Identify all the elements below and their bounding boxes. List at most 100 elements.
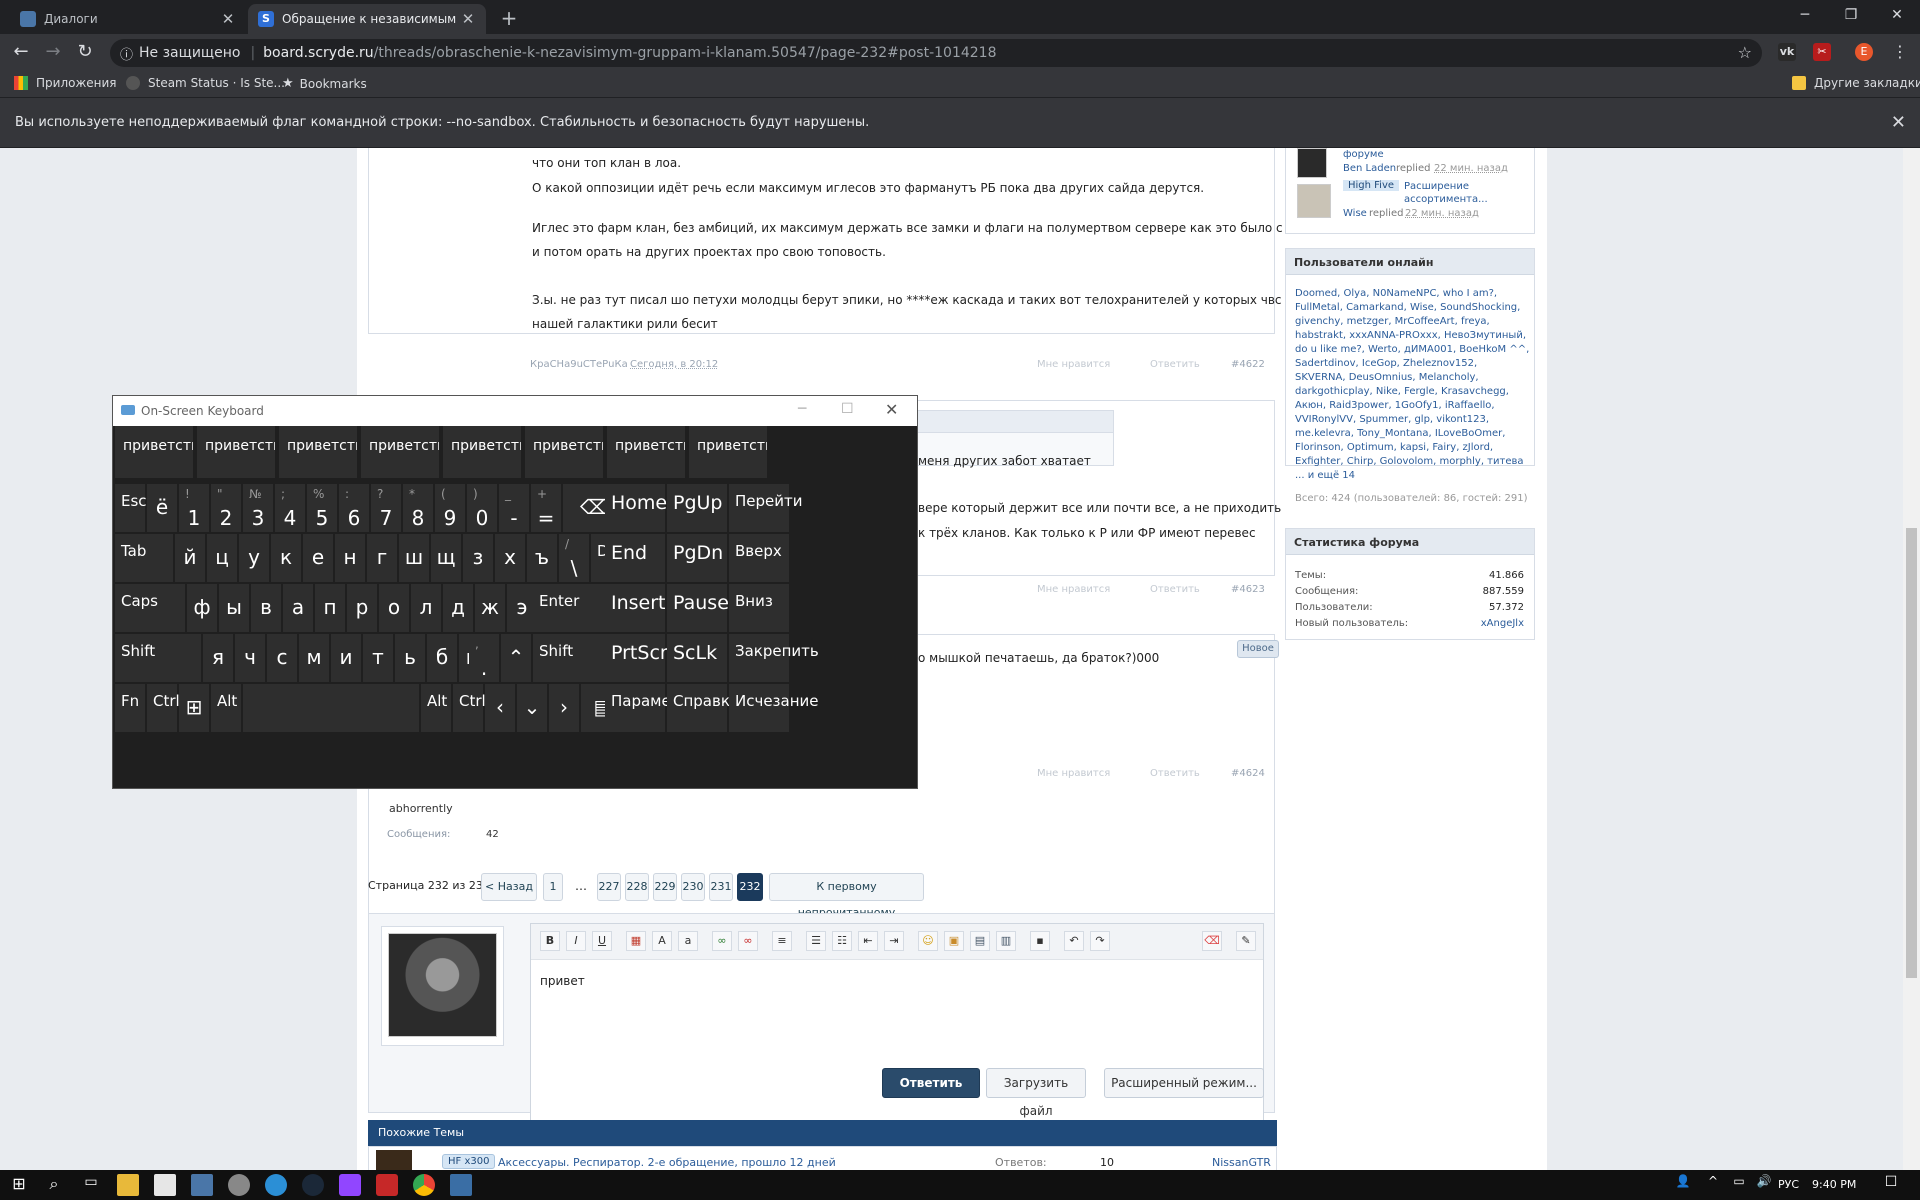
smiley-icon[interactable]: ☺ [918, 931, 938, 951]
key-nav-10[interactable]: ScLk [667, 634, 727, 682]
underline-button[interactable]: U [592, 931, 612, 951]
key-х[interactable]: х [495, 534, 525, 582]
editor-text[interactable]: привет [540, 974, 585, 988]
key-nav-9[interactable]: PrtScn [605, 634, 672, 682]
key-nav-4[interactable]: PgDn [667, 534, 727, 582]
chrome-icon[interactable] [413, 1174, 435, 1196]
color-button[interactable]: ▦ [626, 931, 646, 951]
key-space[interactable] [243, 684, 419, 732]
key-nav-11[interactable]: Закрепить [729, 634, 819, 682]
key-т[interactable]: т [363, 634, 393, 682]
close-window-button[interactable]: ✕ [1874, 0, 1920, 30]
thread-prefix[interactable]: High Five [1343, 180, 1400, 191]
key-10[interactable]: (9 [435, 484, 465, 532]
image-icon[interactable]: ▣ [944, 931, 964, 951]
key-arrow-right[interactable]: › [549, 684, 579, 732]
key-к[interactable]: к [271, 534, 301, 582]
key-р[interactable]: р [347, 584, 377, 632]
key-nav-3[interactable]: End [605, 534, 665, 582]
osk-taskbar-icon[interactable] [450, 1174, 472, 1196]
online-users-line[interactable]: Акюн, Raid3power, 1GoOfy1, iRaffaello, [1295, 400, 1495, 411]
close-icon[interactable]: ✕ [220, 10, 236, 28]
post-number[interactable]: #4624 [1231, 768, 1265, 779]
key-2[interactable]: ! 1 [179, 484, 209, 532]
key-11[interactable]: ) 0 [467, 484, 497, 532]
online-users-line[interactable]: do u like me?, Werto, дИМА001, BoeHkoM ^… [1295, 344, 1529, 355]
key-tab[interactable]: Tab [115, 534, 173, 582]
page-230-button[interactable]: 230 [681, 873, 705, 901]
word-suggestion[interactable]: приветстви... [443, 426, 521, 478]
recent-title[interactable]: Расширение ассортимента... [1404, 180, 1524, 206]
minimize-button[interactable]: ─ [798, 401, 806, 417]
new-tab-button[interactable]: + [496, 6, 522, 30]
reload-button[interactable]: ↻ [73, 40, 97, 64]
vk-app-icon[interactable] [191, 1174, 213, 1196]
key-alt-right[interactable]: Alt [421, 684, 451, 732]
prev-page-button[interactable]: < Назад [481, 873, 537, 901]
key-п[interactable]: п [315, 584, 345, 632]
bullet-list-icon[interactable]: ☰ [806, 931, 826, 951]
key-nav-6[interactable]: Insert [605, 584, 666, 632]
bookmark-folder[interactable]: ★ Bookmarks [282, 76, 367, 91]
upload-file-button[interactable]: Загрузить файл [986, 1068, 1086, 1118]
online-users-line[interactable]: habstrakt, xxxANNA-PROxxx, НевоЗмутиный, [1295, 330, 1526, 341]
key-я[interactable]: я [203, 634, 233, 682]
key-ъ[interactable]: ъ [527, 534, 557, 582]
network-icon[interactable]: ▭ [1728, 1174, 1750, 1196]
key-и[interactable]: и [331, 634, 361, 682]
key-nav-13[interactable]: Справка [667, 684, 739, 732]
key-ctrl[interactable]: Ctrl [147, 684, 180, 732]
page-232-button[interactable]: 232 [737, 873, 763, 901]
key-3[interactable]: " 2 [211, 484, 241, 532]
key-9[interactable]: * 8 [403, 484, 433, 532]
restore-button[interactable]: ❐ [1828, 0, 1874, 30]
app-icon[interactable] [376, 1174, 398, 1196]
key-ь[interactable]: ь [395, 634, 425, 682]
key-period[interactable]: ,. [469, 634, 499, 682]
key-б[interactable]: б [427, 634, 457, 682]
key-ц[interactable]: ц [207, 534, 237, 582]
font-size-button[interactable]: A [652, 931, 672, 951]
twitch-icon[interactable] [339, 1174, 361, 1196]
star-icon[interactable]: ☆ [1738, 43, 1752, 62]
key-nav-1[interactable]: PgUp [667, 484, 727, 532]
reply-link[interactable]: Ответить [1150, 584, 1200, 595]
insert-icon[interactable]: ▥ [996, 931, 1016, 951]
unlink-icon[interactable]: ∞ [738, 931, 758, 951]
online-users-line[interactable]: Doomed, Olya, N0NameNPC, who I am?, [1295, 288, 1497, 299]
online-users-line[interactable]: Exfighter, Chirp, Golovolom, morphly, ти… [1295, 456, 1524, 467]
key-6[interactable]: % 5 [307, 484, 337, 532]
volume-icon[interactable]: 🔊 [1753, 1174, 1775, 1196]
page-scrollbar[interactable] [1903, 148, 1920, 1170]
font-family-button[interactable]: a [678, 931, 698, 951]
key-щ[interactable]: щ [431, 534, 461, 582]
word-suggestion[interactable]: приветству... [279, 426, 357, 478]
key-4[interactable]: № 3 [243, 484, 273, 532]
key-caps[interactable]: Caps [115, 584, 185, 632]
scrollbar-thumb[interactable] [1906, 528, 1917, 978]
key-г[interactable]: г [367, 534, 397, 582]
page-227-button[interactable]: 227 [597, 873, 621, 901]
avatar[interactable] [1297, 148, 1327, 178]
info-icon[interactable]: ⓘ [120, 44, 133, 63]
input-language[interactable]: РУС [1778, 1178, 1799, 1191]
key-backslash[interactable]: / \ [559, 534, 589, 582]
page-1-button[interactable]: 1 [543, 873, 563, 901]
bookmark-apps[interactable]: Приложения [14, 76, 117, 90]
chevron-up-icon[interactable]: ^ [1702, 1174, 1724, 1196]
indent-icon[interactable]: ⇥ [884, 931, 904, 951]
key-13[interactable]: + = [531, 484, 561, 532]
key-ы[interactable]: ы [219, 584, 249, 632]
align-left-icon[interactable]: ≡ [772, 931, 792, 951]
profile-avatar[interactable]: E [1855, 43, 1873, 61]
key-arrow-down[interactable]: ⌄ [517, 684, 547, 732]
avatar[interactable] [1297, 184, 1331, 218]
online-users-line[interactable]: darkgothicplay, Nike, Fergle, Krasavcheg… [1295, 386, 1509, 397]
key-left-shift[interactable]: Shift [115, 634, 201, 682]
key-й[interactable]: й [175, 534, 205, 582]
extension-icon[interactable]: ✂ [1813, 43, 1831, 61]
key-arrow-left[interactable]: ‹ [485, 684, 515, 732]
post-number[interactable]: #4622 [1231, 359, 1265, 370]
similar-thread-author[interactable]: NissanGTR [1212, 1156, 1271, 1169]
search-icon[interactable]: ⌕ [43, 1174, 65, 1196]
